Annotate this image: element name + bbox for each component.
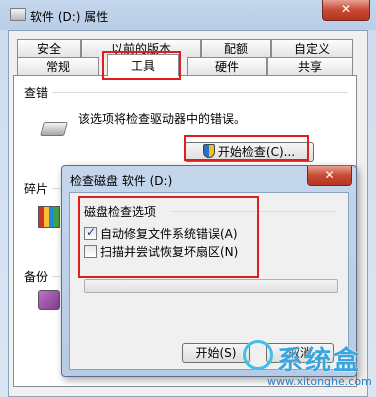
defrag-group-label: 碎片	[24, 182, 49, 196]
drive-app-icon	[10, 8, 26, 21]
start-button[interactable]: 开始(S)	[182, 343, 250, 363]
error-check-group-label: 查错	[24, 86, 49, 100]
check-progress-bar	[84, 279, 338, 293]
disk-options-highlight	[78, 196, 259, 278]
tab-hardware[interactable]: 硬件	[187, 57, 267, 75]
tab-sharing[interactable]: 共享	[267, 57, 353, 75]
tab-security[interactable]: 安全	[17, 39, 81, 57]
tab-tools[interactable]: 工具	[107, 54, 179, 76]
window-title: 软件 (D:) 属性	[30, 10, 109, 24]
watermark-brand: 系统盒	[277, 346, 362, 376]
start-check-highlight	[184, 135, 309, 161]
title-bar[interactable]: 软件 (D:) 属性 ✕	[0, 0, 376, 30]
group-divider	[52, 92, 348, 93]
backup-group-label: 备份	[24, 270, 49, 284]
hard-drive-icon	[40, 122, 68, 136]
watermark-url: www.xitonghe.com	[267, 375, 372, 388]
error-check-description: 该选项将检查驱动器中的错误。	[78, 112, 247, 126]
backup-icon	[38, 290, 60, 310]
tab-general[interactable]: 常规	[17, 57, 99, 75]
tab-quota[interactable]: 配额	[201, 39, 271, 57]
dialog-close-button[interactable]: ✕	[307, 166, 352, 186]
tab-customize[interactable]: 自定义	[271, 39, 353, 57]
defrag-icon	[38, 206, 60, 228]
close-button[interactable]: ✕	[322, 0, 370, 21]
dialog-title: 检查磁盘 软件 (D:)	[70, 174, 173, 188]
watermark-logo-icon	[243, 340, 273, 370]
